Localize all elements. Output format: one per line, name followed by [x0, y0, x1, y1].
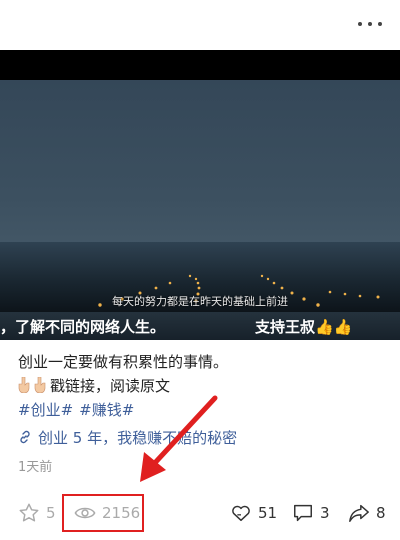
topic-row: #创业# #赚钱# — [18, 398, 382, 422]
article-link[interactable]: 创业 5 年，我稳赚不赔的秘密 — [18, 426, 382, 450]
favorite-button[interactable]: 5 — [18, 502, 56, 524]
more-options-icon[interactable] — [358, 14, 382, 34]
post-text-line2: 戳链接，阅读原文 — [18, 374, 382, 398]
post-text-link-prompt: 戳链接，阅读原文 — [50, 377, 171, 395]
pointing-down-hand-icon — [34, 377, 46, 393]
video-subtitle: 每天的努力都是在昨天的基础上前进 — [112, 295, 288, 308]
pointing-down-hand-icon — [18, 377, 30, 393]
ticker-text-right: 支持王叔👍👍 — [255, 318, 353, 336]
like-button[interactable]: 51 — [230, 502, 277, 524]
star-icon — [19, 503, 39, 522]
comment-icon — [294, 504, 312, 522]
share-icon — [349, 504, 369, 522]
comments-count: 3 — [320, 504, 330, 522]
video-player[interactable]: 每天的努力都是在昨天的基础上前进 ，了解不同的网络人生。 支持王叔👍👍 — [0, 50, 400, 340]
comment-button[interactable]: 3 — [292, 502, 330, 524]
topic-tag[interactable]: #创业# — [18, 401, 73, 419]
heart-icon — [232, 505, 250, 522]
video-ticker: ，了解不同的网络人生。 支持王叔👍👍 — [0, 312, 400, 340]
post-timestamp: 1天前 — [18, 460, 53, 475]
article-link-text: 创业 5 年，我稳赚不赔的秘密 — [38, 429, 238, 447]
post-text-line1: 创业一定要做有积累性的事情。 — [18, 353, 229, 371]
favorite-count: 5 — [46, 504, 56, 522]
action-bar: 5 2156 51 3 8 — [0, 494, 400, 534]
share-button[interactable]: 8 — [348, 502, 386, 524]
link-icon — [20, 430, 30, 444]
ticker-text-left: ，了解不同的网络人生。 — [0, 318, 166, 336]
post-content: 创业一定要做有积累性的事情。 戳链接，阅读原文 #创业# #赚钱# 创业 5 年，… — [18, 350, 382, 475]
likes-count: 51 — [258, 504, 278, 522]
shares-count: 8 — [376, 504, 386, 522]
top-bar — [0, 0, 400, 50]
annotation-highlight-box — [62, 494, 144, 532]
topic-tag[interactable]: #赚钱# — [79, 401, 134, 419]
